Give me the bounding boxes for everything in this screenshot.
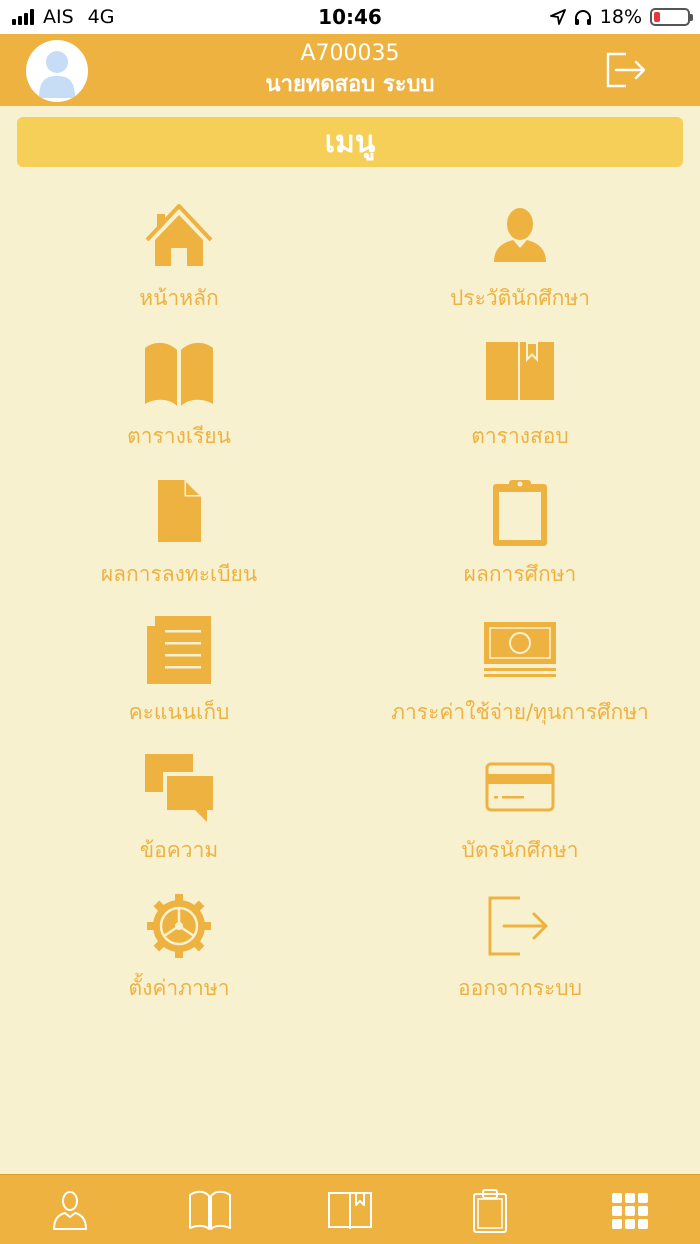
menu-item-study-result[interactable]: ผลการศึกษา <box>350 478 690 608</box>
battery-icon <box>650 8 693 26</box>
menu-title: เมนู <box>17 117 683 167</box>
document-icon <box>158 480 201 542</box>
menu-label-student-profile: ประวัตินักศึกษา <box>449 286 591 310</box>
menu-item-language-settings[interactable]: ตั้งค่าภาษา <box>9 892 349 1022</box>
gear-icon <box>147 894 211 958</box>
grid-menu-icon[interactable] <box>605 1189 655 1233</box>
battery-percent: 18% <box>599 6 642 28</box>
bookmark-book-outline-icon[interactable] <box>325 1189 375 1233</box>
menu-label-registration-result: ผลการลงทะเบียน <box>100 562 258 586</box>
menu-item-home[interactable]: หน้าหลัก <box>9 202 349 332</box>
bookmark-book-icon <box>486 342 554 406</box>
open-book-outline-icon[interactable] <box>185 1189 235 1233</box>
user-avatar-icon <box>39 51 75 98</box>
headphones-icon <box>574 9 591 25</box>
status-right: 18% <box>549 6 693 28</box>
status-bar: AIS 4G 10:46 18% <box>0 0 700 34</box>
bottom-tab-bar <box>0 1174 700 1244</box>
logout-icon[interactable] <box>604 50 648 90</box>
money-icon <box>484 622 556 677</box>
menu-label-fees-scholarship: ภาระค่าใช้จ่าย/ทุนการศึกษา <box>391 700 649 724</box>
menu-item-scores[interactable]: คะแนนเก็บ <box>9 616 349 746</box>
chat-bubbles-icon <box>145 754 213 822</box>
menu-label-language-settings: ตั้งค่าภาษา <box>128 976 230 1000</box>
newspaper-icon <box>147 616 211 684</box>
menu-label-study-result: ผลการศึกษา <box>463 562 577 586</box>
avatar[interactable] <box>26 40 88 102</box>
person-outline-icon[interactable] <box>45 1189 95 1233</box>
menu-item-messages[interactable]: ข้อความ <box>9 754 349 884</box>
menu-item-logout[interactable]: ออกจากระบบ <box>350 892 690 1022</box>
menu-item-class-schedule[interactable]: ตารางเรียน <box>9 340 349 470</box>
location-arrow-icon <box>549 9 566 25</box>
menu-item-registration-result[interactable]: ผลการลงทะเบียน <box>9 478 349 608</box>
menu-item-student-profile[interactable]: ประวัตินักศึกษา <box>350 202 690 332</box>
battery-fill <box>654 12 660 22</box>
menu-item-exam-schedule[interactable]: ตารางสอบ <box>350 340 690 470</box>
clipboard-icon <box>493 480 547 546</box>
menu-item-student-card[interactable]: บัตรนักศึกษา <box>350 754 690 884</box>
user-id: A700035 <box>300 41 400 66</box>
card-icon <box>485 762 555 812</box>
menu-label-scores: คะแนนเก็บ <box>128 700 230 724</box>
app-header: A700035 นายทดสอบ ระบบ <box>0 34 700 106</box>
menu-label-messages: ข้อความ <box>139 838 219 862</box>
person-icon <box>494 208 546 262</box>
open-book-icon <box>145 342 213 406</box>
menu-label-student-card: บัตรนักศึกษา <box>461 838 579 862</box>
user-info: A700035 นายทดสอบ ระบบ <box>150 40 550 102</box>
clipboard-outline-icon[interactable] <box>465 1189 515 1233</box>
user-name: นายทดสอบ ระบบ <box>265 72 435 97</box>
menu-label-home: หน้าหลัก <box>139 286 219 310</box>
menu-label-class-schedule: ตารางเรียน <box>127 424 231 448</box>
logout-icon <box>488 896 548 956</box>
menu-label-exam-schedule: ตารางสอบ <box>471 424 569 448</box>
menu-item-fees-scholarship[interactable]: ภาระค่าใช้จ่าย/ทุนการศึกษา <box>350 616 690 746</box>
home-icon <box>145 204 213 266</box>
menu-label-logout: ออกจากระบบ <box>458 976 582 1000</box>
